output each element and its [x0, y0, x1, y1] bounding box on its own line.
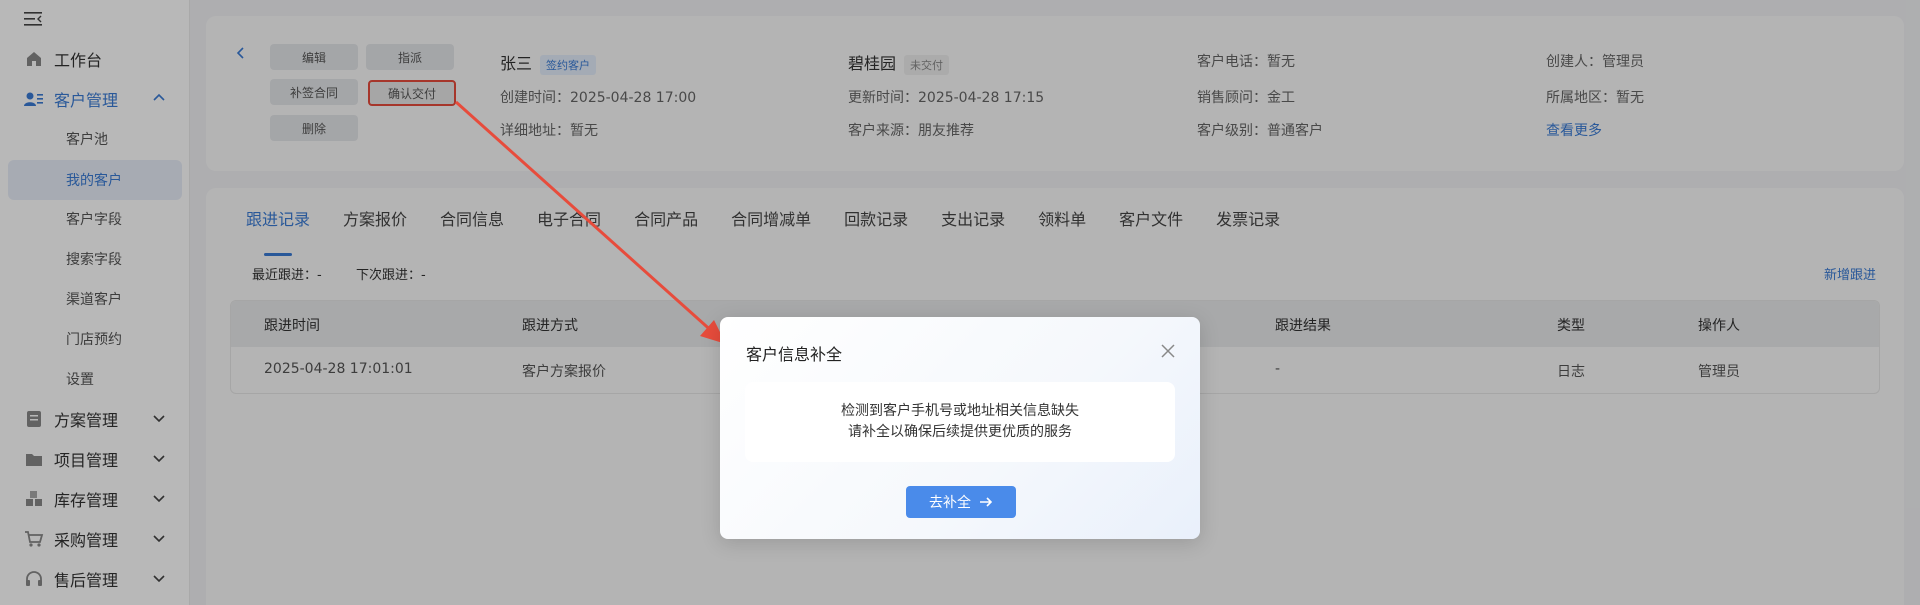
go-complete-button[interactable]: 去补全 — [906, 486, 1016, 518]
go-complete-label: 去补全 — [929, 495, 971, 511]
modal-message: 检测到客户手机号或地址相关信息缺失 请补全以确保后续提供更优质的服务 — [745, 382, 1175, 462]
modal-message-line1: 检测到客户手机号或地址相关信息缺失 — [841, 403, 1079, 419]
info-completion-modal: 客户信息补全 检测到客户手机号或地址相关信息缺失 请补全以确保后续提供更优质的服… — [720, 317, 1200, 539]
close-icon[interactable] — [1160, 343, 1176, 359]
arrow-right-icon — [980, 497, 993, 507]
modal-title: 客户信息补全 — [746, 345, 843, 364]
modal-message-line2: 请补全以确保后续提供更优质的服务 — [848, 424, 1072, 440]
